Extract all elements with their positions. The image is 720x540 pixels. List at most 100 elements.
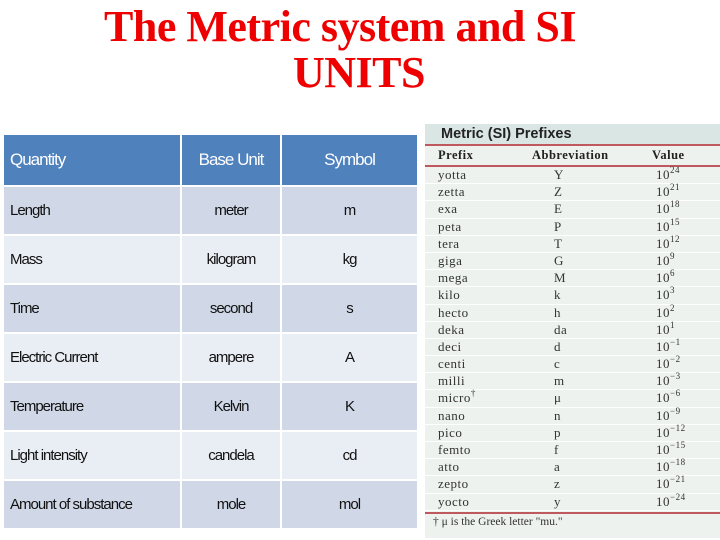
cell-base-unit: second xyxy=(182,285,282,334)
cell-base-unit: kilogram xyxy=(182,236,282,285)
value-base: 10 xyxy=(656,493,670,509)
value-exponent: 24 xyxy=(670,165,680,175)
value-exponent: 18 xyxy=(670,199,680,210)
cell-abbreviation: E xyxy=(554,201,563,217)
title-line-2: UNITS xyxy=(293,48,426,97)
prefix-name: zetta xyxy=(438,184,466,200)
cell-prefix: peta xyxy=(425,219,520,235)
cell-value: 1012 xyxy=(648,233,720,252)
cell-symbol: K xyxy=(282,383,419,432)
cell-value: 10−6 xyxy=(648,388,720,406)
cell-quantity: Light intensity xyxy=(4,432,182,481)
cell-base-unit: mole xyxy=(182,481,282,530)
cell-abbreviation: T xyxy=(554,235,563,251)
value-base: 10 xyxy=(656,338,670,354)
cell-prefix: atto xyxy=(425,459,520,475)
cell-symbol: A xyxy=(282,334,419,383)
prefix-name: milli xyxy=(438,373,466,389)
cell-abbreviation: y xyxy=(554,493,561,509)
cell-abbreviation: m xyxy=(554,373,565,389)
cell-abbreviation: c xyxy=(554,356,561,372)
cell-prefix: yotta xyxy=(425,167,520,183)
cell-value: 1021 xyxy=(648,183,720,200)
cell-abbreviation: M xyxy=(554,270,567,286)
prefix-row: yocto y 10−24 xyxy=(425,491,720,511)
cell-abbreviation: G xyxy=(554,252,564,268)
cell-prefix: yocto xyxy=(425,494,520,510)
cell-value: 106 xyxy=(648,269,720,286)
value-base: 10 xyxy=(656,304,670,320)
prefix-row: kilo k 103 xyxy=(425,286,720,305)
value-exponent: −12 xyxy=(670,422,686,433)
value-exponent: −21 xyxy=(670,474,686,485)
cell-value: 10−3 xyxy=(648,371,720,389)
cell-value: 103 xyxy=(648,286,720,303)
prefix-name: peta xyxy=(438,218,462,234)
header-prefix: Prefix xyxy=(438,148,474,162)
value-exponent: 12 xyxy=(670,233,680,244)
value-exponent: 15 xyxy=(670,216,680,227)
prefix-name: atto xyxy=(438,459,460,475)
prefix-rows: yotta Y 1024 zetta Z 1021 exa E 1018 peta P 1015 ter… xyxy=(425,165,720,511)
value-base: 10 xyxy=(656,424,670,440)
prefix-name: yocto xyxy=(438,493,470,509)
prefix-name: giga xyxy=(438,252,463,268)
units-row: Temperature Kelvin K xyxy=(4,383,419,432)
units-row: Time second s xyxy=(4,285,419,334)
value-base: 10 xyxy=(656,373,670,389)
prefix-name: yotta xyxy=(438,167,467,182)
prefix-footnote: † μ is the Greek letter "mu." xyxy=(425,511,720,530)
value-base: 10 xyxy=(656,459,670,475)
cell-symbol: m xyxy=(282,187,419,236)
cell-abbreviation: f xyxy=(554,442,559,457)
prefix-name: tera xyxy=(438,235,460,251)
units-row: Length meter m xyxy=(4,187,419,236)
cell-prefix: milli xyxy=(425,373,520,389)
header-symbol: Symbol xyxy=(282,135,419,187)
cell-quantity: Amount of substance xyxy=(4,481,182,530)
value-base: 10 xyxy=(656,252,670,268)
header-quantity: Quantity xyxy=(4,135,182,187)
units-row: Mass kilogram kg xyxy=(4,236,419,285)
cell-abbreviation: z xyxy=(554,476,561,492)
cell-value: 1024 xyxy=(648,165,720,183)
cell-prefix: mega xyxy=(425,270,520,286)
value-base: 10 xyxy=(656,390,670,406)
value-base: 10 xyxy=(656,167,670,182)
value-exponent: −24 xyxy=(670,491,686,502)
value-exponent: −2 xyxy=(670,354,681,365)
value-exponent: −18 xyxy=(670,457,686,468)
cell-prefix: centi xyxy=(425,356,520,372)
cell-prefix: kilo xyxy=(425,287,520,303)
cell-value: 10−24 xyxy=(648,491,720,510)
cell-abbreviation: a xyxy=(554,459,561,475)
cell-base-unit: ampere xyxy=(182,334,282,383)
cell-value: 109 xyxy=(648,251,720,269)
cell-prefix: tera xyxy=(425,236,520,252)
prefix-header-row: Prefix Abbreviation Value xyxy=(425,146,720,167)
cell-abbreviation: p xyxy=(554,424,561,440)
title-line-1: The Metric system and SI xyxy=(104,2,576,51)
cell-value: 10−9 xyxy=(648,406,720,424)
value-base: 10 xyxy=(656,476,670,492)
prefix-row: mega M 106 xyxy=(425,269,720,288)
cell-value: 10−15 xyxy=(648,441,720,458)
prefix-name: hecto xyxy=(438,304,469,320)
cell-quantity: Mass xyxy=(4,236,182,285)
cell-symbol: mol xyxy=(282,481,419,530)
value-exponent: −3 xyxy=(670,371,681,382)
cell-quantity: Length xyxy=(4,187,182,236)
cell-symbol: s xyxy=(282,285,419,334)
prefix-name: deka xyxy=(438,321,465,337)
prefix-row: tera T 1012 xyxy=(425,233,720,253)
cell-base-unit: Kelvin xyxy=(182,383,282,432)
prefix-name: deci xyxy=(438,338,462,354)
prefix-name: zepto xyxy=(438,476,469,492)
value-base: 10 xyxy=(656,407,670,423)
slide-title: The Metric system and SI UNITS xyxy=(0,4,720,96)
units-row: Amount of substance mole mol xyxy=(4,481,419,530)
prefix-table-title: Metric (SI) Prefixes xyxy=(425,124,720,146)
cell-value: 10−18 xyxy=(648,457,720,475)
value-exponent: −6 xyxy=(670,388,681,399)
cell-base-unit: meter xyxy=(182,187,282,236)
